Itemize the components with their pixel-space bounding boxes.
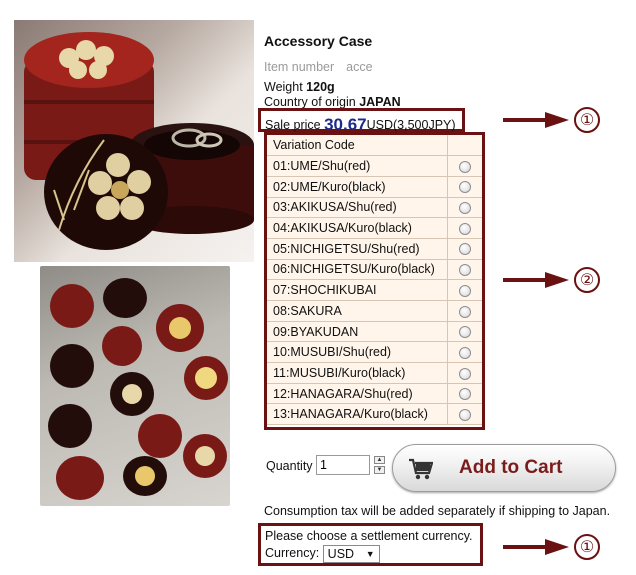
variation-radio[interactable] <box>458 408 471 421</box>
variation-table: Variation Code 01:UME/Shu(red) 02:UME/Ku… <box>267 135 482 426</box>
variation-radio[interactable] <box>458 326 471 339</box>
variation-row[interactable]: 11:MUSUBI/Kuro(black) <box>267 362 482 384</box>
variation-row[interactable]: 13:HANAGARA/Kuro(black) <box>267 403 482 426</box>
origin-label: Country of origin <box>264 95 356 109</box>
add-to-cart-button[interactable]: Add to Cart <box>392 444 616 492</box>
quantity-input[interactable] <box>316 455 370 475</box>
variation-label: 02:UME/Kuro(black) <box>267 176 447 198</box>
tax-note: Consumption tax will be added separately… <box>264 504 611 518</box>
variation-label: 09:BYAKUDAN <box>267 321 447 343</box>
variation-row[interactable]: 10:MUSUBI/Shu(red) <box>267 341 482 364</box>
variation-label: 12:HANAGARA/Shu(red) <box>267 383 447 405</box>
product-photo-main <box>14 20 254 262</box>
chevron-down-icon: ▼ <box>365 549 375 559</box>
currency-row: Currency: USD ▼ <box>265 544 480 563</box>
annotation-marker-2: ② <box>574 267 600 293</box>
stepper-up-icon[interactable]: ▲ <box>374 456 385 464</box>
variation-label: 07:SHOCHIKUBAI <box>267 279 447 301</box>
sale-price-label: Sale price <box>265 118 321 132</box>
currency-prompt: Please choose a settlement currency. <box>265 529 473 543</box>
currency-select[interactable]: USD ▼ <box>322 545 380 563</box>
variation-label: 01:UME/Shu(red) <box>267 155 447 177</box>
item-number-label: Item number <box>264 60 335 74</box>
origin-value: JAPAN <box>359 95 401 109</box>
variation-radio[interactable] <box>458 388 471 401</box>
annotation-arrow-2 <box>503 272 569 288</box>
weight-row: Weight 120g <box>264 80 335 94</box>
variation-label: 03:AKIKUSA/Shu(red) <box>267 197 447 219</box>
variation-row[interactable]: 05:NICHIGETSU/Shu(red) <box>267 238 482 260</box>
quantity-label: Quantity <box>266 459 313 473</box>
variation-row[interactable]: 09:BYAKUDAN <box>267 321 482 343</box>
quantity-stepper[interactable]: ▲ ▼ <box>374 456 385 474</box>
variation-radio[interactable] <box>458 367 471 380</box>
product-photo-collection <box>40 266 230 506</box>
currency-selected: USD <box>327 547 355 561</box>
variation-row[interactable]: 03:AKIKUSA/Shu(red) <box>267 197 482 219</box>
variation-radio[interactable] <box>458 160 471 173</box>
sale-price-box: Sale price 30.67USD(3,500JPY) <box>258 108 465 134</box>
variation-row[interactable]: 02:UME/Kuro(black) <box>267 176 482 198</box>
add-to-cart-label: Add to Cart <box>459 457 563 478</box>
item-number: Item number acce <box>264 60 373 74</box>
variation-label: 05:NICHIGETSU/Shu(red) <box>267 238 447 260</box>
variation-radio[interactable] <box>458 305 471 318</box>
variation-row[interactable]: 07:SHOCHIKUBAI <box>267 279 482 301</box>
variation-label: 11:MUSUBI/Kuro(black) <box>267 362 447 384</box>
currency-label: Currency: <box>265 546 320 560</box>
shopping-cart-icon <box>409 458 433 480</box>
variation-radio[interactable] <box>458 181 471 194</box>
variation-label: 06:NICHIGETSU/Kuro(black) <box>267 259 447 281</box>
variation-row[interactable]: 04:AKIKUSA/Kuro(black) <box>267 217 482 239</box>
variation-row[interactable]: 08:SAKURA <box>267 300 482 322</box>
product-title: Accessory Case <box>264 33 373 49</box>
annotation-marker-3: ① <box>574 534 600 560</box>
sale-price-currency: USD(3,500JPY) <box>366 118 456 132</box>
variation-label: 13:HANAGARA/Kuro(black) <box>267 403 447 426</box>
variation-radio[interactable] <box>458 222 471 235</box>
variation-box: Variation Code 01:UME/Shu(red) 02:UME/Ku… <box>264 132 485 430</box>
item-number-value: acce <box>346 60 373 74</box>
variation-radio[interactable] <box>458 264 471 277</box>
weight-value: 120g <box>306 80 335 94</box>
variation-row[interactable]: 06:NICHIGETSU/Kuro(black) <box>267 259 482 281</box>
origin-row: Country of origin JAPAN <box>264 95 401 109</box>
variation-row[interactable]: 01:UME/Shu(red) <box>267 155 482 177</box>
annotation-arrow-1 <box>503 112 569 128</box>
variation-radio[interactable] <box>458 202 471 215</box>
annotation-arrow-3 <box>503 539 569 555</box>
variation-header-row: Variation Code <box>267 135 482 157</box>
variation-label: 08:SAKURA <box>267 300 447 322</box>
variation-radio[interactable] <box>458 243 471 256</box>
variation-label: 04:AKIKUSA/Kuro(black) <box>267 217 447 239</box>
annotation-marker-1: ① <box>574 107 600 133</box>
variation-header: Variation Code <box>267 135 447 157</box>
variation-row[interactable]: 12:HANAGARA/Shu(red) <box>267 383 482 405</box>
variation-radio[interactable] <box>458 346 471 359</box>
stepper-down-icon[interactable]: ▼ <box>374 466 385 474</box>
variation-label: 10:MUSUBI/Shu(red) <box>267 341 447 364</box>
currency-box: Please choose a settlement currency. Cur… <box>258 523 483 566</box>
weight-label: Weight <box>264 80 303 94</box>
variation-radio[interactable] <box>458 284 471 297</box>
